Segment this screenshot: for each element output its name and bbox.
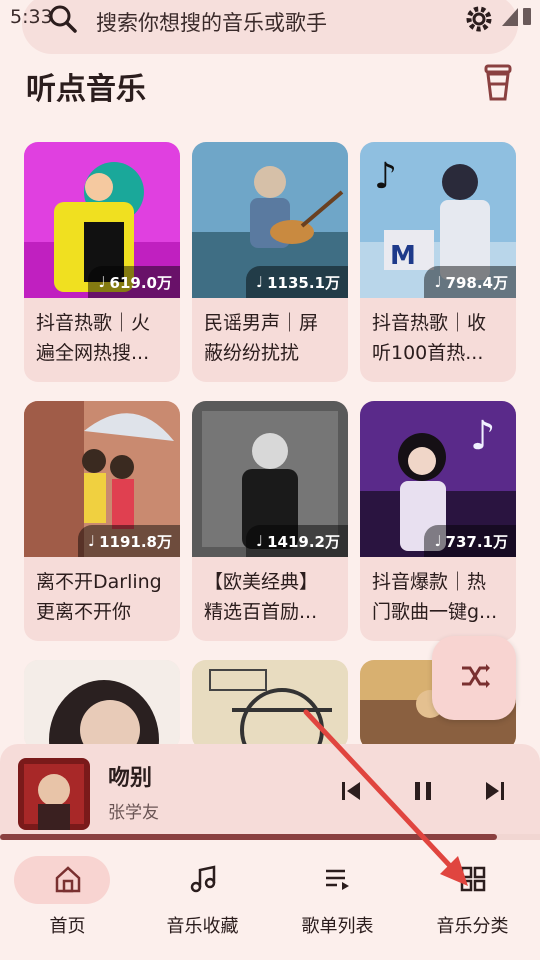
nav-label: 音乐收藏: [166, 916, 239, 937]
playlist-cover: ♩ 619.0万: [24, 142, 180, 298]
music-note-icon: ♩: [434, 532, 442, 550]
playlist-card[interactable]: [24, 660, 180, 750]
music-note-icon: ♩: [98, 273, 106, 291]
svg-text:M: M: [390, 241, 416, 271]
nav-label: 歌单列表: [301, 916, 374, 937]
search-input[interactable]: 搜索你想搜的音乐或歌手: [96, 7, 327, 37]
playlist-title: 离不开Darling更离不开你: [36, 571, 162, 623]
playlist-cover: ♪ ♩ 737.1万: [360, 401, 516, 557]
music-note-icon: ♩: [256, 532, 264, 550]
music-note-icon: ♩: [88, 532, 96, 550]
next-button[interactable]: [480, 776, 510, 806]
coffee-cup-icon[interactable]: [482, 64, 514, 106]
status-bar: 5:33 搜索你想搜的音乐或歌手: [0, 0, 540, 38]
play-count: ♩ 798.4万: [424, 266, 516, 298]
playlist-title: 【欧美经典】精选百首励...: [204, 571, 319, 623]
playlist-card[interactable]: ♩ 619.0万 抖音热歌｜火遍全网热搜...: [24, 142, 180, 382]
nav-item-home[interactable]: 首页: [0, 840, 135, 960]
skip-next-icon: [486, 782, 504, 800]
playlist-card[interactable]: ♩ 1191.8万 离不开Darling更离不开你: [24, 401, 180, 641]
now-playing-bar[interactable]: 吻别 张学友: [0, 744, 540, 840]
nav-item-favorites[interactable]: 音乐收藏: [135, 840, 270, 960]
nav-item-categories[interactable]: 音乐分类: [405, 840, 540, 960]
playlist-cover: [24, 660, 180, 750]
play-count: ♩ 737.1万: [424, 525, 516, 557]
nav-item-playlists[interactable]: 歌单列表: [270, 840, 405, 960]
play-count: ♩ 1135.1万: [246, 266, 348, 298]
playlist-card[interactable]: ♪ ♩ 737.1万 抖音爆款｜热门歌曲一键g...: [360, 401, 516, 641]
playlist-cover: ♩ 1191.8万: [24, 401, 180, 557]
playlist-icon: [270, 864, 405, 898]
svg-text:♪: ♪: [470, 413, 496, 459]
page-title: 听点音乐: [26, 72, 146, 107]
nav-label: 音乐分类: [436, 916, 509, 937]
playlist-title: 民谣男声｜屏蔽纷纷扰扰: [204, 312, 319, 364]
previous-button[interactable]: [336, 776, 366, 806]
song-title: 吻别: [108, 766, 153, 791]
play-count: ♩ 619.0万: [88, 266, 180, 298]
status-indicators: [502, 6, 532, 26]
playlist-cover: [192, 660, 348, 750]
playlist-card[interactable]: M ♪ ♩ 798.4万 抖音热歌｜收听100首热...: [360, 142, 516, 382]
music-note-icon: ♩: [434, 273, 442, 291]
song-artist: 张学友: [108, 803, 159, 823]
home-icon: [0, 864, 135, 898]
playlist-cover: ♩ 1135.1万: [192, 142, 348, 298]
pause-button[interactable]: [408, 776, 438, 806]
album-art[interactable]: [18, 758, 90, 830]
playlist-cover: M ♪ ♩ 798.4万: [360, 142, 516, 298]
playlist-card[interactable]: [192, 660, 348, 750]
search-icon[interactable]: [46, 2, 80, 40]
skip-previous-icon: [342, 782, 360, 800]
shuffle-icon: [458, 660, 490, 696]
playlist-title: 抖音热歌｜火遍全网热搜...: [36, 312, 151, 364]
signal-icon: [502, 8, 518, 26]
svg-text:♪: ♪: [374, 156, 397, 197]
shuffle-button[interactable]: [432, 636, 516, 720]
battery-icon: [523, 8, 531, 25]
play-count: ♩ 1191.8万: [78, 525, 180, 557]
play-count: ♩ 1419.2万: [246, 525, 348, 557]
music-note-icon: ♩: [256, 273, 264, 291]
playlist-title: 抖音爆款｜热门歌曲一键g...: [372, 571, 498, 623]
bottom-navigation: 首页 音乐收藏 歌单列表 音乐分类: [0, 840, 540, 960]
playlist-cover: ♩ 1419.2万: [192, 401, 348, 557]
grid-icon: [405, 864, 540, 898]
pause-icon: [415, 782, 431, 800]
playlist-card[interactable]: ♩ 1419.2万 【欧美经典】精选百首励...: [192, 401, 348, 641]
gear-icon[interactable]: [462, 2, 496, 40]
nav-label: 首页: [49, 916, 86, 937]
playlist-card[interactable]: ♩ 1135.1万 民谣男声｜屏蔽纷纷扰扰: [192, 142, 348, 382]
playlist-title: 抖音热歌｜收听100首热...: [372, 312, 487, 364]
music-notes-icon: [135, 864, 270, 898]
